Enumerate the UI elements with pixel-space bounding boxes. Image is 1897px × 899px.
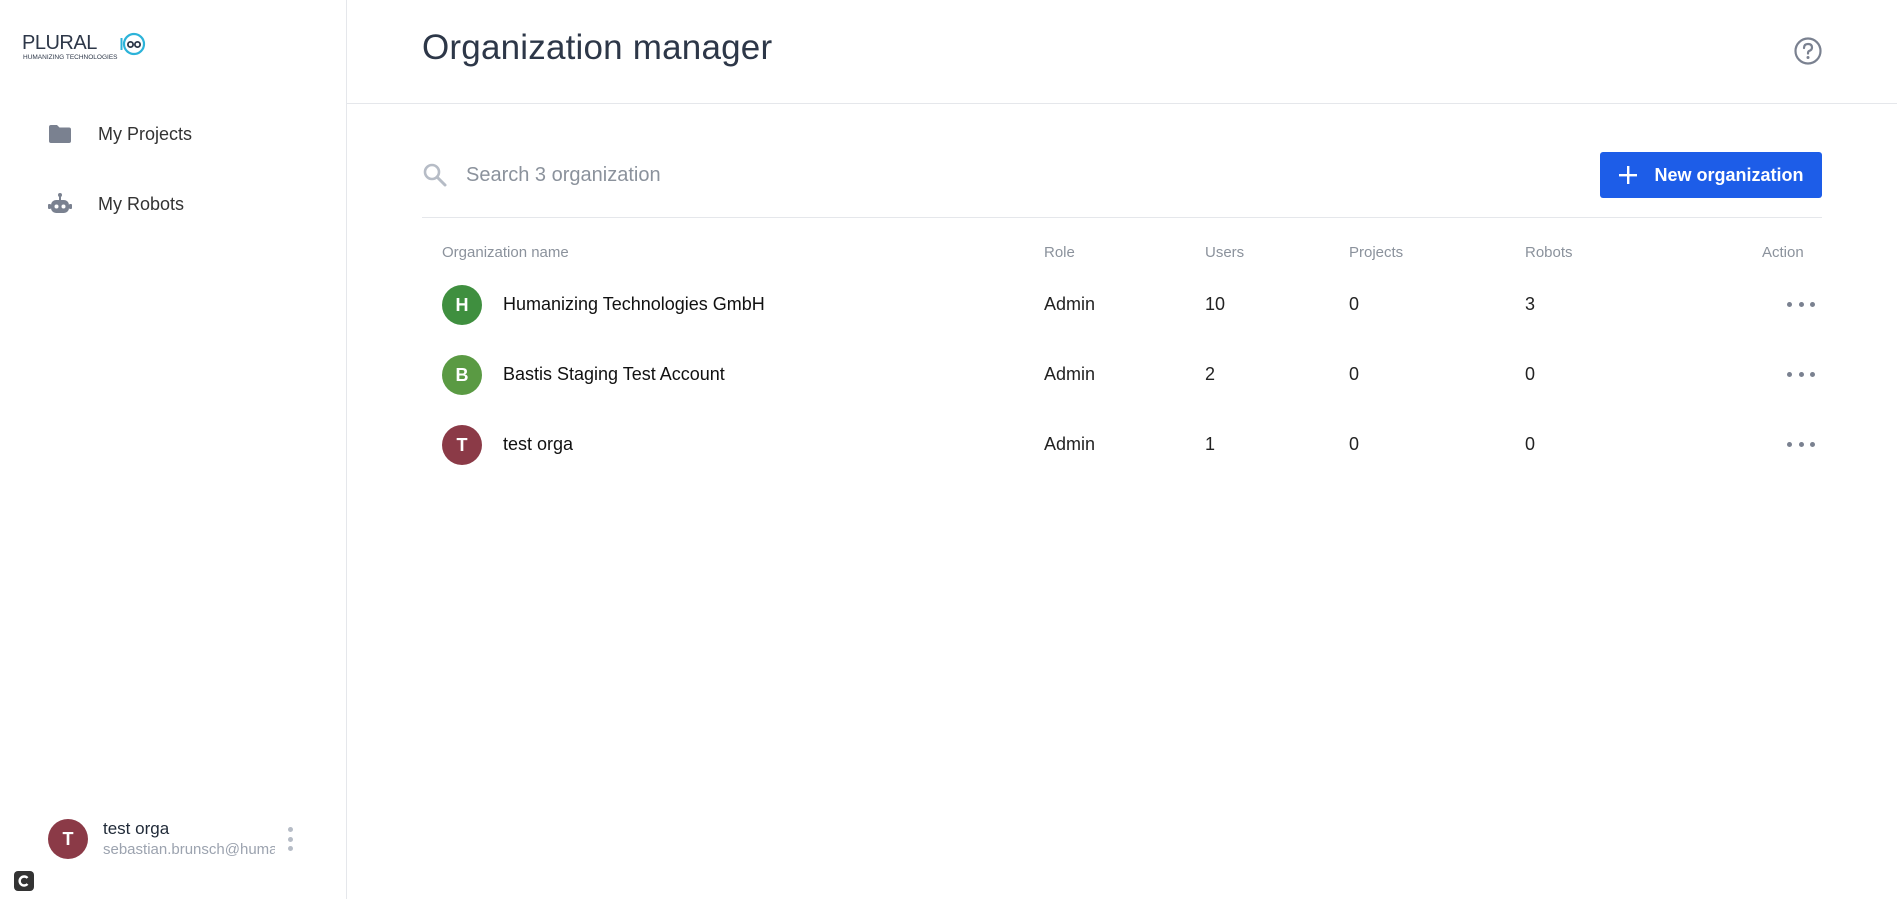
user-info: test orga sebastian.brunsch@humar [103,818,275,860]
page-title: Organization manager [422,28,773,67]
table-row[interactable]: T test orga Admin 1 0 0 [422,410,1822,480]
new-organization-label: New organization [1654,164,1804,185]
org-role: Admin [1044,294,1096,314]
column-header-projects[interactable]: Projects [1349,244,1403,261]
current-user-card[interactable]: T test orga sebastian.brunsch@humar [48,818,308,860]
org-role: Admin [1044,434,1096,454]
sidebar: PLURAL HUMANIZING TECHNOLOGIES My Projec… [0,0,347,899]
sidebar-item-my-projects[interactable]: My Projects [0,110,346,158]
column-header-robots[interactable]: Robots [1525,244,1573,261]
org-robots: 0 [1525,364,1536,384]
help-circle-icon[interactable] [1793,36,1823,66]
c-logo-icon [14,871,34,891]
org-avatar: B [442,355,482,395]
more-horizontal-icon[interactable] [1787,362,1815,386]
org-users: 1 [1205,434,1216,454]
org-name[interactable]: Humanizing Technologies GmbH [503,294,765,315]
main-content: Organization manager Search 3 organizati… [347,0,1897,899]
folder-icon [48,122,72,146]
org-projects: 0 [1349,294,1360,314]
table-header: Organization name Role Users Projects Ro… [422,236,1822,270]
user-menu-kebab-icon[interactable] [285,827,295,851]
org-projects: 0 [1349,434,1360,454]
org-toolbar: New organization [422,152,1822,218]
column-header-users[interactable]: Users [1205,244,1244,261]
org-name[interactable]: test orga [503,434,573,455]
user-name: test orga [103,819,170,838]
column-header-action: Action [1762,244,1804,261]
search-icon [422,162,448,188]
table-row[interactable]: B Bastis Staging Test Account Admin 2 0 … [422,340,1822,410]
org-name[interactable]: Bastis Staging Test Account [503,364,725,385]
sidebar-item-label: My Robots [98,193,185,214]
org-avatar: T [442,425,482,465]
plus-icon [1618,165,1638,185]
sidebar-item-my-robots[interactable]: My Robots [0,180,346,228]
logo-subtext: HUMANIZING TECHNOLOGIES [23,54,118,61]
avatar: T [48,819,88,859]
org-avatar: H [442,285,482,325]
org-role: Admin [1044,364,1096,384]
app-root: PLURAL HUMANIZING TECHNOLOGIES My Projec… [0,0,1897,899]
robot-icon [48,192,72,216]
org-robots: 0 [1525,434,1536,454]
search-input[interactable] [466,156,1066,194]
more-horizontal-icon[interactable] [1787,432,1815,456]
organizations-table: Organization name Role Users Projects Ro… [422,236,1822,480]
org-projects: 0 [1349,364,1360,384]
new-organization-button[interactable]: New organization [1600,152,1822,198]
more-horizontal-icon[interactable] [1787,292,1815,316]
plural-logo[interactable]: PLURAL HUMANIZING TECHNOLOGIES [22,30,154,62]
sidebar-item-label: My Projects [98,123,193,144]
sidebar-nav: My Projects My Robots [0,110,346,250]
logo-graphic: PLURAL HUMANIZING TECHNOLOGIES [22,32,146,61]
user-email: sebastian.brunsch@humar [103,841,275,858]
org-users: 2 [1205,364,1216,384]
page-header: Organization manager [347,0,1897,104]
org-robots: 3 [1525,294,1536,314]
column-header-name[interactable]: Organization name [442,244,569,261]
org-users: 10 [1205,294,1226,314]
column-header-role[interactable]: Role [1044,244,1075,261]
logo-text: PLURAL [22,32,97,54]
table-row[interactable]: H Humanizing Technologies GmbH Admin 10 … [422,270,1822,340]
